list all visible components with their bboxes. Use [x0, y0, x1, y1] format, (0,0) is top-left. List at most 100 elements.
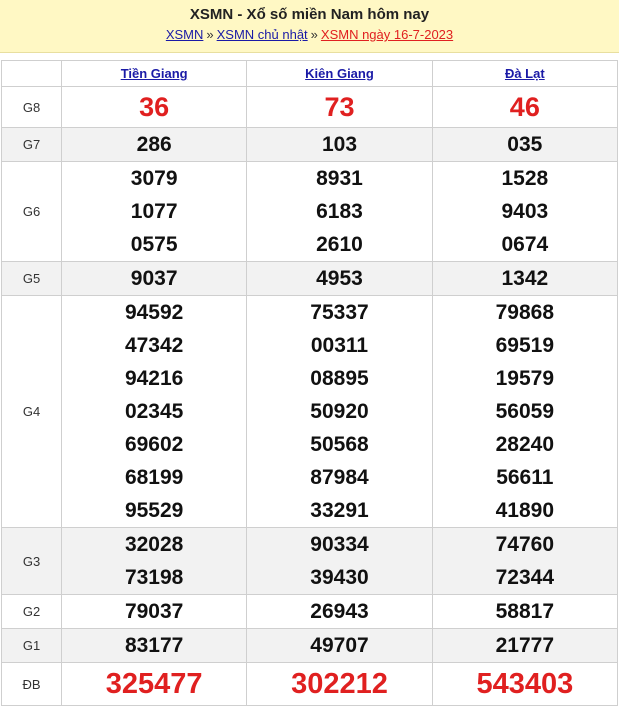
prize-cell: 325477	[60, 662, 248, 706]
province-header-row: Tiền Giang Kiên Giang Đà Lạt	[1, 60, 619, 87]
prize-number: 286	[136, 133, 172, 156]
prize-number: 95529	[124, 499, 184, 522]
prize-number: 0575	[130, 233, 178, 256]
prize-number: 9403	[501, 200, 549, 223]
prize-number: 3079	[130, 167, 178, 190]
prize-number: 75337	[310, 301, 369, 324]
province-link-tien-giang[interactable]: Tiền Giang	[121, 66, 188, 81]
prize-label: G3	[1, 527, 62, 595]
province-link-kien-giang[interactable]: Kiên Giang	[305, 66, 374, 81]
prize-row-g4: G4 94592 47342 94216 02345 69602 68199 95529 753…	[1, 295, 619, 528]
prize-number: 83177	[124, 634, 184, 657]
prize-cell: 1528 9403 0674	[431, 161, 619, 262]
prize-cell: 8931 6183 2610	[246, 161, 433, 262]
prize-number: 32028	[124, 533, 184, 556]
prize-number: 90334	[310, 533, 369, 556]
prize-row-db: ĐB 325477 302212 543403	[1, 662, 619, 706]
prize-label: G4	[1, 295, 62, 528]
prize-number: 9037	[130, 267, 178, 290]
prize-cell: 94592 47342 94216 02345 69602 68199 95529	[60, 295, 248, 528]
prize-number: 46	[509, 92, 540, 122]
breadcrumb-separator: »	[310, 27, 318, 42]
prize-cell: 286	[60, 127, 248, 162]
prize-cell: 3079 1077 0575	[60, 161, 248, 262]
prize-cell: 73	[246, 86, 433, 128]
prize-number: 69519	[495, 334, 555, 357]
breadcrumb: XSMN» XSMN chủ nhật» XSMN ngày 16-7-2023	[0, 26, 619, 44]
prize-label: G6	[1, 161, 62, 262]
prize-cell: 58817	[431, 594, 619, 629]
prize-cell: 74760 72344	[431, 527, 619, 595]
prize-cell: 302212	[246, 662, 433, 706]
prize-cell: 75337 00311 08895 50920 50568 87984 33291	[246, 295, 433, 528]
prize-number: 47342	[124, 334, 184, 357]
prize-cell: 79037	[60, 594, 248, 629]
prize-number: 74760	[495, 533, 555, 556]
province-link-da-lat[interactable]: Đà Lạt	[505, 66, 545, 81]
province-header: Tiền Giang	[60, 60, 248, 87]
prize-number: 02345	[124, 400, 184, 423]
prize-row-g8: G8 36 73 46	[1, 86, 619, 128]
prize-cell: 46	[431, 86, 619, 128]
province-header: Kiên Giang	[246, 60, 433, 87]
prize-number: 94592	[124, 301, 184, 324]
prize-number: 1077	[130, 200, 178, 223]
prize-row-g2: G2 79037 26943 58817	[1, 594, 619, 629]
prize-number: 4953	[316, 267, 363, 290]
prize-label: ĐB	[1, 662, 62, 706]
prize-rows: G8 36 73 46 G7 286 103 035 G6 3079 1077 0575 8931 618…	[1, 86, 619, 706]
prize-number: 72344	[495, 566, 555, 589]
page-title: XSMN - Xổ số miền Nam hôm nay	[189, 6, 430, 23]
prize-number: 1342	[501, 267, 549, 290]
prize-cell: 9037	[60, 261, 248, 296]
prize-number: 94216	[124, 367, 184, 390]
province-header: Đà Lạt	[431, 60, 619, 87]
prize-number: 0674	[501, 233, 549, 256]
prize-number: 26943	[310, 600, 369, 623]
prize-cell: 103	[246, 127, 433, 162]
prize-number: 035	[507, 133, 543, 156]
prize-number: 69602	[124, 433, 184, 456]
prize-number: 21777	[495, 634, 555, 657]
prize-number: 49707	[310, 634, 369, 657]
prize-cell: 035	[431, 127, 619, 162]
prize-number: 28240	[495, 433, 555, 456]
page-header: XSMN - Xổ số miền Nam hôm nay XSMN» XSMN …	[0, 0, 619, 53]
prize-number: 58817	[495, 600, 555, 623]
prize-cell: 4953	[246, 261, 433, 296]
prize-cell: 83177	[60, 628, 248, 663]
prize-cell: 1342	[431, 261, 619, 296]
prize-cell: 32028 73198	[60, 527, 248, 595]
prize-cell: 26943	[246, 594, 433, 629]
prize-number: 08895	[310, 367, 369, 390]
prize-number: 73	[324, 92, 355, 122]
prize-number: 325477	[105, 668, 203, 700]
prize-number: 00311	[310, 334, 369, 357]
prize-number: 302212	[291, 668, 388, 700]
prize-number: 50568	[310, 433, 369, 456]
prize-cell: 90334 39430	[246, 527, 433, 595]
prize-label: G1	[1, 628, 62, 663]
prize-number: 79037	[124, 600, 184, 623]
prize-row-g1: G1 83177 49707 21777	[1, 628, 619, 663]
breadcrumb-xsmn-sunday[interactable]: XSMN chủ nhật	[217, 27, 308, 42]
breadcrumb-xsmn[interactable]: XSMN	[166, 27, 204, 42]
prize-number: 8931	[316, 167, 363, 190]
prize-cell: 79868 69519 19579 56059 28240 56611 41890	[431, 295, 619, 528]
prize-number: 73198	[124, 566, 184, 589]
prize-number: 41890	[495, 499, 555, 522]
prize-row-g6: G6 3079 1077 0575 8931 6183 2610 1528 9403 0674	[1, 161, 619, 262]
prize-number: 19579	[495, 367, 555, 390]
prize-row-g5: G5 9037 4953 1342	[1, 261, 619, 296]
prize-number: 68199	[124, 466, 184, 489]
prize-number: 87984	[310, 466, 369, 489]
prize-number: 1528	[501, 167, 549, 190]
prize-row-g3: G3 32028 73198 90334 39430 74760 72344	[1, 527, 619, 595]
prize-cell: 49707	[246, 628, 433, 663]
prize-number: 56059	[495, 400, 555, 423]
prize-number: 2610	[316, 233, 363, 256]
prize-number: 6183	[316, 200, 363, 223]
breadcrumb-xsmn-date[interactable]: XSMN ngày 16-7-2023	[321, 27, 453, 42]
prize-label: G7	[1, 127, 62, 162]
breadcrumb-separator: »	[206, 27, 214, 42]
